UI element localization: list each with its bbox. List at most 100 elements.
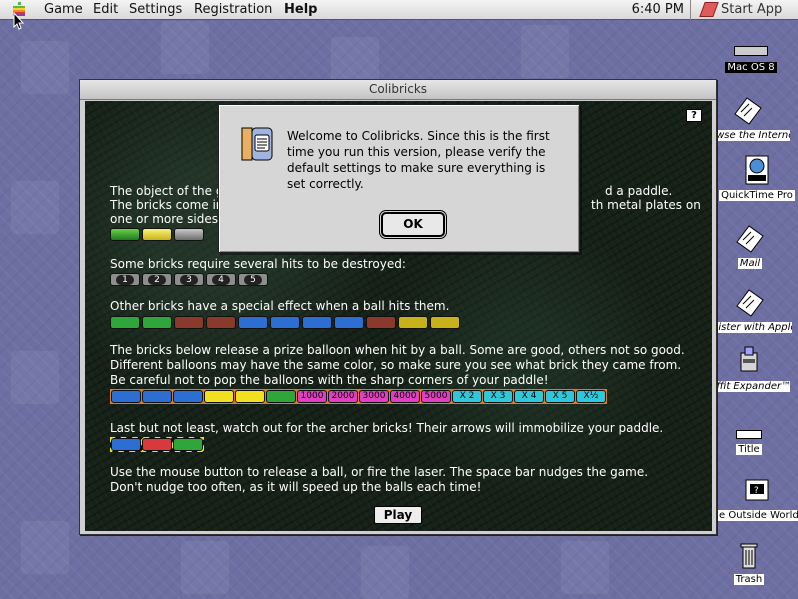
brick xyxy=(270,316,300,329)
start-app-icon xyxy=(699,2,719,17)
brick xyxy=(334,316,364,329)
instructions-line: Don't nudge too often, as it will speed … xyxy=(110,480,482,494)
desktop-icon-stuffit[interactable]: uffit Expander™ xyxy=(708,345,790,396)
metal-brick-row xyxy=(110,228,204,241)
brick: 5000 xyxy=(421,390,451,403)
help-button[interactable]: ? xyxy=(686,109,702,122)
desktop-icon-label: Mac OS 8 xyxy=(725,62,777,73)
svg-text:?: ? xyxy=(754,486,759,496)
dialog-message-line: Welcome to Colibricks. Since this is the… xyxy=(287,129,550,143)
desktop-icon-quicktime[interactable]: QuickTime Pro xyxy=(717,154,797,205)
brick xyxy=(235,390,265,403)
brick-label: 2000 xyxy=(331,391,355,401)
desktop-icon-label: uffit Expander™ xyxy=(708,381,790,392)
brick-label: 5 xyxy=(244,275,262,285)
menu-bar: Game Edit Settings Registration Help 6:4… xyxy=(0,0,798,20)
trash-icon xyxy=(732,538,766,570)
outside-world-icon: ? xyxy=(740,474,774,506)
instructions-line: Be careful not to pop the balloons with … xyxy=(110,373,549,387)
desktop-pattern-face xyxy=(20,520,70,575)
menu-separator xyxy=(690,0,691,20)
desktop-pattern-face xyxy=(10,350,60,405)
menu-help[interactable]: Help xyxy=(284,2,317,17)
desktop-icon-outside-world[interactable]: ? e Outside World xyxy=(717,474,798,525)
brick: 3 xyxy=(174,273,204,286)
desktop-icon-label: Mail xyxy=(737,258,763,269)
register-apple-icon xyxy=(733,286,767,318)
brick: 5 xyxy=(238,273,268,286)
play-button[interactable]: Play xyxy=(374,506,422,524)
dialog-message-line: time you run this version, please verify… xyxy=(287,145,546,159)
desktop-icon-label: QuickTime Pro xyxy=(719,190,795,201)
brick: 1000 xyxy=(297,390,327,403)
brick xyxy=(142,228,172,241)
menu-game[interactable]: Game xyxy=(44,2,83,17)
brick xyxy=(398,316,428,329)
dialog-message-line: set correctly. xyxy=(287,177,364,191)
brick-label: 4000 xyxy=(393,391,417,401)
brick: X 4 xyxy=(514,390,544,403)
brick xyxy=(302,316,332,329)
instructions-line: Different balloons may have the same col… xyxy=(110,358,682,372)
desktop-icon-register-apple[interactable]: gister with Apple xyxy=(710,286,792,337)
desktop-icon-label: owse the Internet xyxy=(708,130,790,141)
window-title-bar[interactable]: Colibricks xyxy=(80,80,716,100)
ok-button[interactable]: OK xyxy=(381,212,445,237)
desktop-icon-trash[interactable]: Trash xyxy=(709,538,789,589)
brick: 2 xyxy=(142,273,172,286)
instructions-text: The object of the g xyxy=(110,184,224,198)
brick: 3000 xyxy=(359,390,389,403)
brick xyxy=(266,390,296,403)
brick-label: X 2 xyxy=(459,391,475,401)
brick: X½ xyxy=(576,390,606,403)
menu-clock[interactable]: 6:40 PM xyxy=(632,2,684,17)
desktop-icon-browse-internet[interactable]: owse the Internet xyxy=(708,94,790,145)
brick-label: X 4 xyxy=(521,391,537,401)
brick xyxy=(142,390,172,403)
dialog-message-line: default settings to make sure everything… xyxy=(287,161,546,175)
brick: 2000 xyxy=(328,390,358,403)
desktop-icon-title[interactable]: Title xyxy=(709,428,789,459)
brick xyxy=(111,438,141,451)
brick: 4000 xyxy=(390,390,420,403)
menu-edit[interactable]: Edit xyxy=(93,2,118,17)
instructions-line: The bricks below release a prize balloon… xyxy=(110,343,685,357)
desktop-icon-macos8[interactable]: Mac OS 8 xyxy=(711,46,791,77)
note-alert-icon xyxy=(241,127,273,161)
brick-label: X 3 xyxy=(490,391,506,401)
brick: 1 xyxy=(110,273,140,286)
brick xyxy=(204,390,234,403)
brick-label: X 5 xyxy=(552,391,568,401)
desktop-pattern-face xyxy=(560,540,610,595)
brick xyxy=(173,390,203,403)
instructions-line: Last but not least, watch out for the ar… xyxy=(110,421,664,435)
brick xyxy=(174,228,204,241)
window-title: Colibricks xyxy=(368,82,428,96)
brick xyxy=(110,228,140,241)
desktop-icon-mail[interactable]: Mail xyxy=(710,222,790,273)
brick xyxy=(430,316,460,329)
desktop-icon-label: Trash xyxy=(733,574,765,585)
menu-registration[interactable]: Registration xyxy=(194,2,272,17)
desktop-pattern-face xyxy=(10,180,60,235)
instructions-text: th metal plates on xyxy=(591,198,701,212)
mail-icon xyxy=(733,222,767,254)
brick xyxy=(111,390,141,403)
brick-label: 5000 xyxy=(424,391,448,401)
desktop-icon-label: Title xyxy=(736,444,762,455)
brick: 4 xyxy=(206,273,236,286)
menu-settings[interactable]: Settings xyxy=(129,2,182,17)
brick-label: 1 xyxy=(116,275,134,285)
mouse-pointer-icon xyxy=(13,12,25,30)
desktop-pattern-face xyxy=(20,40,70,95)
brick-label: X½ xyxy=(583,391,599,401)
brick xyxy=(173,438,203,451)
brick: X 2 xyxy=(452,390,482,403)
brick-label: 4 xyxy=(212,275,230,285)
brick-label: 3000 xyxy=(362,391,386,401)
brick-label: 3 xyxy=(180,275,198,285)
desktop-pattern-face xyxy=(160,20,210,75)
brick: X 3 xyxy=(483,390,513,403)
brick xyxy=(142,316,172,329)
brick xyxy=(110,316,140,329)
